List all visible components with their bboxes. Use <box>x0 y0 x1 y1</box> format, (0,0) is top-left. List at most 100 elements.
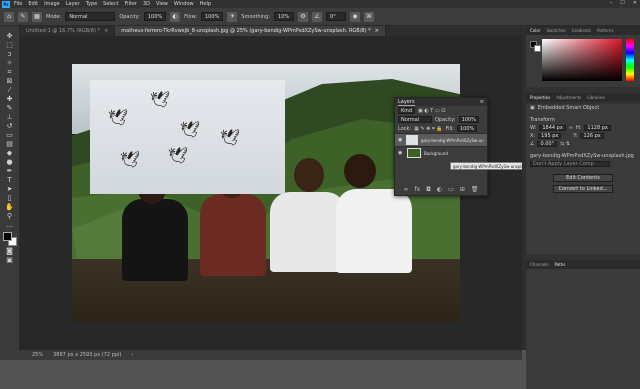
path-selection-tool-icon[interactable]: ➤ <box>4 185 16 193</box>
layers-panel-title[interactable]: Layers <box>398 99 415 106</box>
quick-select-tool-icon[interactable]: ✧ <box>4 59 16 67</box>
visibility-eye-icon[interactable]: ◉ <box>398 137 403 143</box>
dodge-tool-icon[interactable]: ● <box>4 158 16 166</box>
move-tool-icon[interactable]: ✥ <box>4 32 16 40</box>
frame-tool-icon[interactable]: ⊠ <box>4 77 16 85</box>
mode-select[interactable]: Normal <box>65 12 116 21</box>
tab-untitled[interactable]: Untitled-1 @ 16.7% (RGB/8) * × <box>20 26 116 36</box>
panel-menu-icon[interactable]: ≡ <box>480 99 484 105</box>
new-layer-icon[interactable]: ⊞ <box>460 186 465 193</box>
width-field[interactable]: 1844 px <box>539 125 566 131</box>
filter-icons[interactable]: ▣ ◐ T ▭ ⊡ <box>418 108 445 114</box>
convert-to-linked-button[interactable]: Convert to Linked... <box>553 185 613 193</box>
tab-active-document[interactable]: matheus-ferrero-TkrRvwxjb_8-unsplash.jpg… <box>115 26 386 36</box>
gear-icon[interactable]: ⚙ <box>298 11 309 22</box>
close-tab-icon[interactable]: × <box>104 28 108 34</box>
tab-patterns[interactable]: Patterns <box>597 28 613 33</box>
screen-mode-icon[interactable]: ▣ <box>4 256 16 264</box>
menu-help[interactable]: Help <box>200 1 211 7</box>
menu-file[interactable]: File <box>14 1 22 7</box>
brush-tool-icon[interactable]: ✎ <box>4 104 16 112</box>
home-icon[interactable]: ⌂ <box>4 11 14 22</box>
pen-tool-icon[interactable]: ✒ <box>4 167 16 175</box>
layer-name[interactable]: Background <box>424 151 448 156</box>
type-tool-icon[interactable]: T <box>4 176 16 184</box>
tab-properties[interactable]: Properties <box>530 95 550 100</box>
close-icon[interactable]: ✕ <box>633 0 637 6</box>
hue-slider[interactable] <box>626 39 634 81</box>
link-layers-icon[interactable]: ∞ <box>404 186 409 193</box>
minimize-icon[interactable]: – <box>610 0 613 6</box>
menu-window[interactable]: Window <box>174 1 194 7</box>
angle-icon[interactable]: ∠ <box>312 11 323 22</box>
angle-field[interactable]: 0° <box>326 12 347 21</box>
blend-mode-select[interactable]: Normal <box>398 116 432 123</box>
healing-brush-tool-icon[interactable]: ✚ <box>4 95 16 103</box>
new-group-icon[interactable]: ▭ <box>448 186 454 193</box>
tab-color[interactable]: Color <box>530 28 540 33</box>
close-tab-icon[interactable]: × <box>375 28 379 34</box>
flip-icons[interactable]: ⇆ ⇅ <box>560 141 570 147</box>
tab-gradients[interactable]: Gradients <box>572 28 592 33</box>
opacity-field[interactable]: 100% <box>143 12 167 21</box>
layer-name[interactable]: gary-bendig-WPmPsdXZySw-unsplash <box>421 138 484 143</box>
status-arrow-icon[interactable]: › <box>131 352 133 358</box>
edit-contents-button[interactable]: Edit Contents <box>553 174 613 182</box>
delete-layer-icon[interactable]: 🗑 <box>471 186 479 193</box>
geese-smart-object-layer[interactable]: 🕊 🕊 🕊 🕊 🕊 🕊 <box>90 80 285 194</box>
y-field[interactable]: 126 px <box>580 133 604 139</box>
zoom-tool-icon[interactable]: ⚲ <box>4 212 16 220</box>
layer-opacity-field[interactable]: 100% <box>458 116 479 123</box>
layer-style-icon[interactable]: fx <box>415 186 421 193</box>
visibility-eye-icon[interactable]: ◉ <box>398 150 404 156</box>
hand-tool-icon[interactable]: ✋ <box>4 203 16 211</box>
layer-comp-select[interactable]: Don't Apply Layer Comp <box>530 161 610 167</box>
menu-3d[interactable]: 3D <box>143 1 150 7</box>
menu-edit[interactable]: Edit <box>28 1 38 7</box>
layer-row-background[interactable]: ◉ Background <box>395 146 487 159</box>
color-swatches[interactable] <box>2 232 17 246</box>
pressure-opacity-icon[interactable]: ◐ <box>170 11 181 22</box>
symmetry-icon[interactable]: ⌘ <box>364 11 375 22</box>
x-field[interactable]: 195 px <box>538 133 562 139</box>
photoshop-logo-icon[interactable]: Ps <box>2 0 10 8</box>
eraser-tool-icon[interactable]: ▭ <box>4 131 16 139</box>
flow-field[interactable]: 100% <box>201 12 224 21</box>
maximize-icon[interactable]: ☐ <box>620 0 624 6</box>
background-color-swatch[interactable] <box>534 45 541 52</box>
layer-row-geese[interactable]: ◉ gary-bendig-WPmPsdXZySw-unsplash <box>395 133 487 146</box>
more-tools-icon[interactable]: … <box>4 221 16 229</box>
fill-field[interactable]: 100% <box>456 125 478 132</box>
zoom-level[interactable]: 25% <box>32 352 43 358</box>
menu-layer[interactable]: Layer <box>66 1 80 7</box>
height-field[interactable]: 1128 px <box>584 125 611 131</box>
adjustment-layer-icon[interactable]: ◐ <box>437 186 442 193</box>
tab-swatches[interactable]: Swatches <box>546 28 565 33</box>
foreground-color-swatch[interactable] <box>2 232 12 241</box>
brush-preset-icon[interactable]: ✎ <box>18 11 28 22</box>
history-brush-tool-icon[interactable]: ↺ <box>4 122 16 130</box>
menu-type[interactable]: Type <box>86 1 97 7</box>
marquee-tool-icon[interactable]: ⬚ <box>4 41 16 49</box>
menu-image[interactable]: Image <box>44 1 60 7</box>
color-picker-field[interactable] <box>542 39 622 81</box>
link-icon[interactable]: ∞ <box>569 125 573 131</box>
add-mask-icon[interactable]: ◘ <box>426 186 431 193</box>
layer-filter-select[interactable]: Kind <box>398 107 416 114</box>
brush-settings-icon[interactable]: ▦ <box>32 11 42 22</box>
menu-view[interactable]: View <box>156 1 168 7</box>
lock-icons[interactable]: ▦ ✎ ✥ ⌗ 🔒 <box>414 126 443 132</box>
menu-filter[interactable]: Filter <box>125 1 137 7</box>
document-info[interactable]: 3887 px x 2593 px (72 ppi) <box>53 352 121 358</box>
pressure-size-icon[interactable]: ◉ <box>350 11 361 22</box>
blur-tool-icon[interactable]: ◆ <box>4 149 16 157</box>
smoothing-field[interactable]: 10% <box>274 12 295 21</box>
tab-libraries[interactable]: Libraries <box>587 95 604 100</box>
tab-channels[interactable]: Channels <box>530 262 549 267</box>
eyedropper-tool-icon[interactable]: ⁄ <box>4 86 16 94</box>
gradient-tool-icon[interactable]: ▤ <box>4 140 16 148</box>
angle-field[interactable]: 0.00° <box>537 141 558 147</box>
quick-mask-icon[interactable]: ◙ <box>4 247 16 255</box>
rectangle-tool-icon[interactable]: ▯ <box>4 194 16 202</box>
clone-stamp-tool-icon[interactable]: ⊥ <box>4 113 16 121</box>
